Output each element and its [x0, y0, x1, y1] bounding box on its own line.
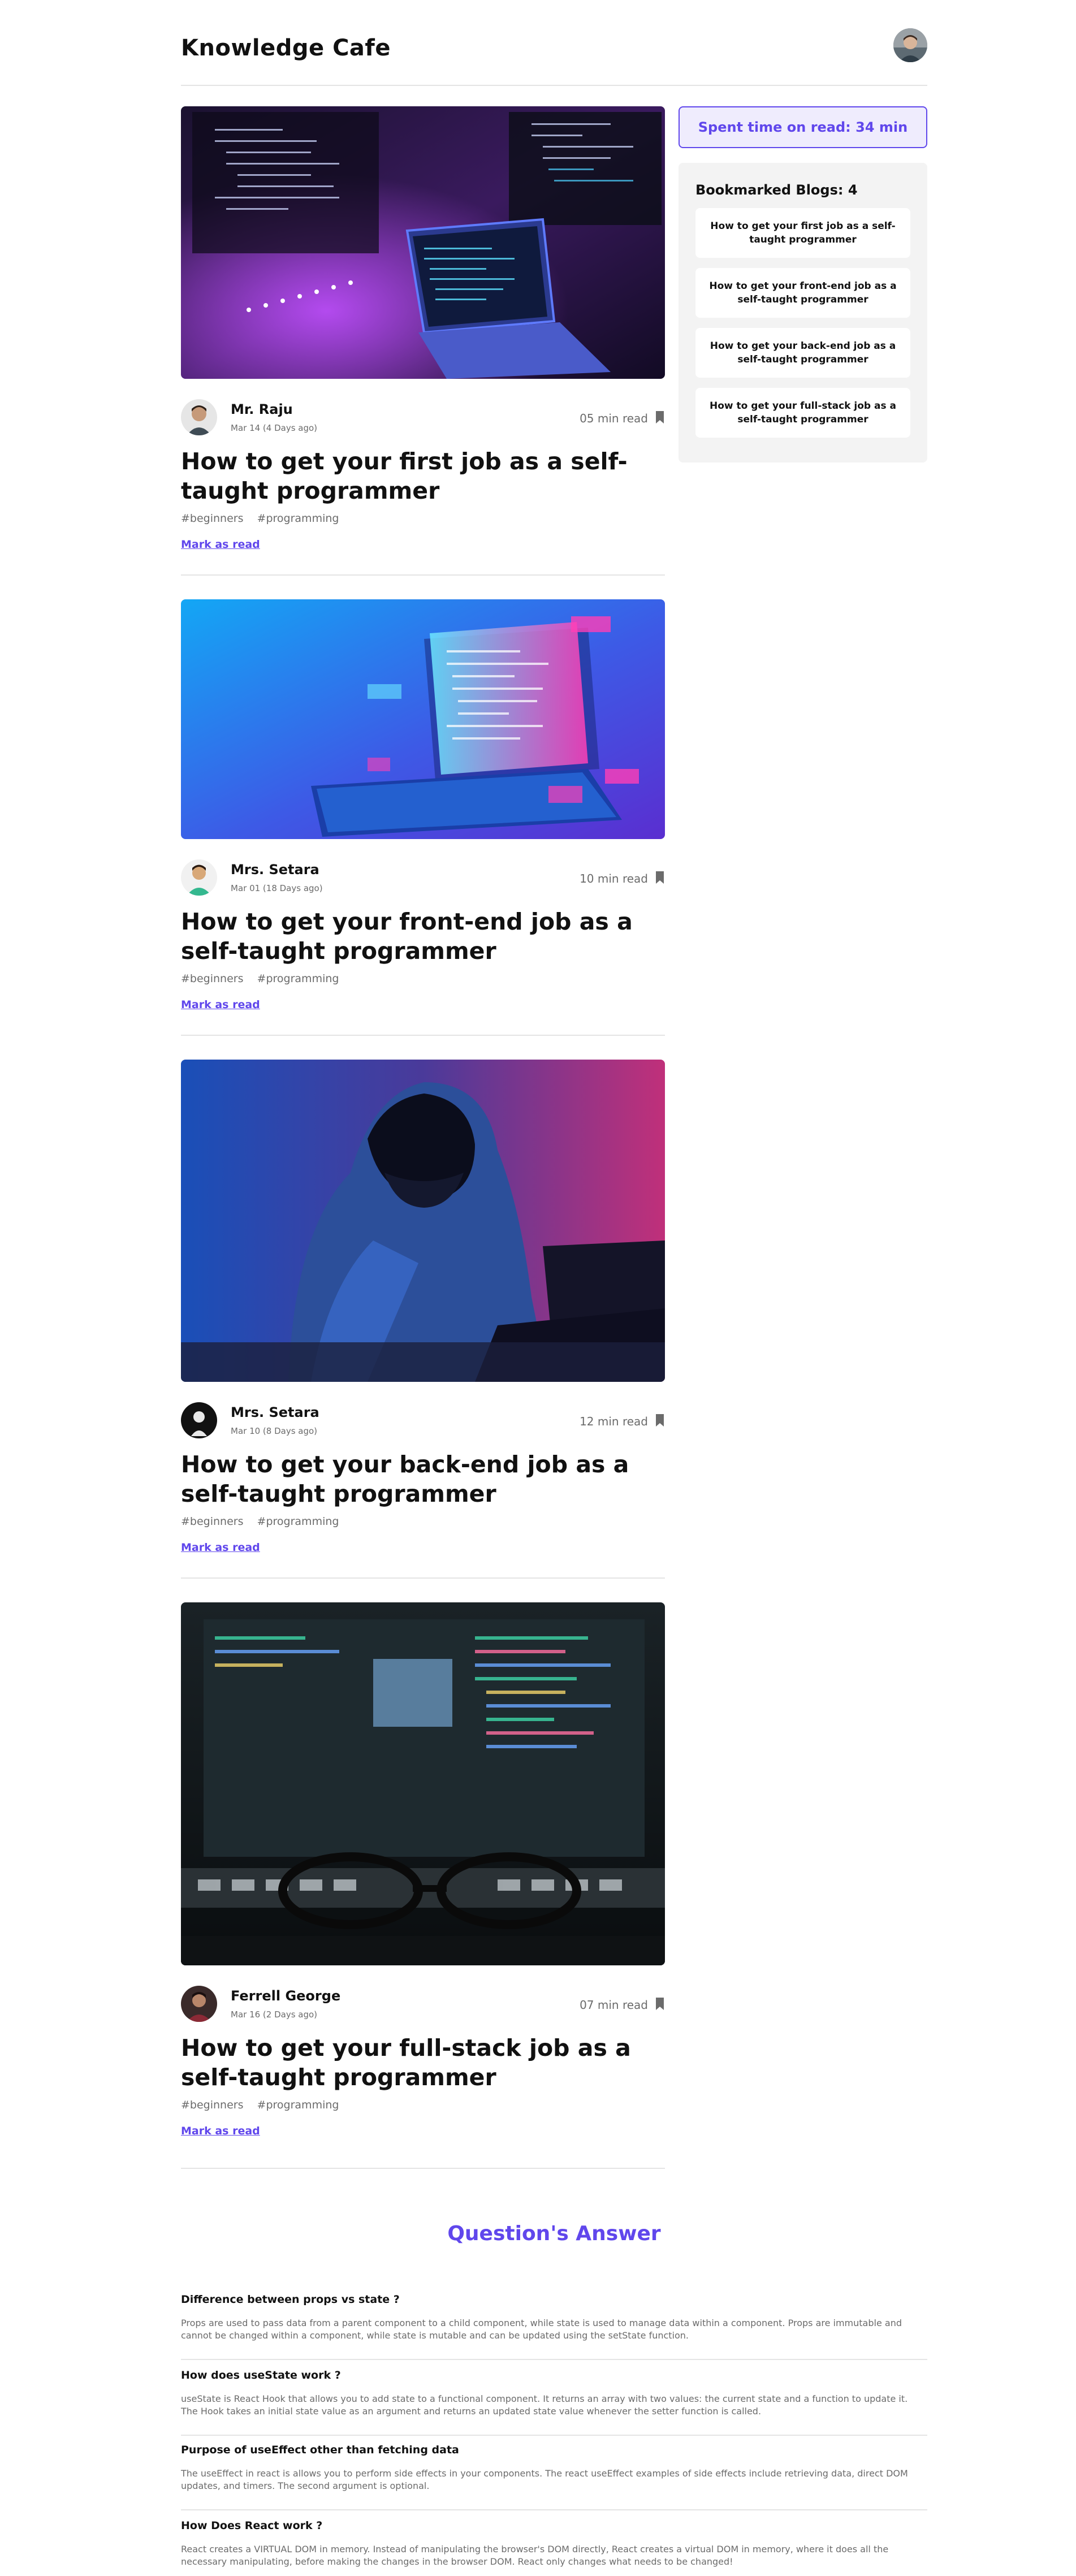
- tag: #beginners: [181, 973, 244, 985]
- blog-meta: Ferrell George Mar 16 (2 Days ago) 07 mi…: [181, 1986, 665, 2022]
- bookmarks-panel: Bookmarked Blogs: 4 How to get your firs…: [679, 163, 927, 463]
- author-avatar-icon: [181, 399, 217, 435]
- post-date: Mar 10 (8 Days ago): [231, 1426, 318, 1436]
- site-brand: Knowledge Cafe: [181, 35, 391, 61]
- qa-item: How Does React work ? React creates a VI…: [181, 2519, 927, 2576]
- qa-answer: React creates a VIRTUAL DOM in memory. I…: [181, 2544, 889, 2567]
- qa-answer: Props are used to pass data from a paren…: [181, 2318, 902, 2341]
- tag: #programming: [257, 973, 339, 985]
- blog-meta: Mr. Raju Mar 14 (4 Days ago) 05 min read: [181, 399, 665, 435]
- qa-heading: Question's Answer: [447, 2222, 661, 2245]
- blog-cover-image: [181, 1602, 665, 1965]
- blog-tags: #beginners #programming: [181, 1515, 349, 1528]
- qa-item: How does useState work ? useState is Rea…: [181, 2369, 927, 2436]
- post-date: Mar 16 (2 Days ago): [231, 2009, 318, 2020]
- author-avatar-icon: [181, 1402, 217, 1438]
- read-time: 12 min read: [580, 1415, 648, 1428]
- bookmark-item[interactable]: How to get your back-end job as a self-t…: [695, 328, 910, 378]
- qa-question: Purpose of useEffect other than fetching…: [181, 2444, 459, 2456]
- author-avatar-icon: [181, 859, 217, 896]
- tag: #beginners: [181, 512, 244, 525]
- tag: #programming: [257, 1515, 339, 1528]
- qa-question: Difference between props vs state ?: [181, 2293, 400, 2306]
- read-time: 05 min read: [580, 412, 648, 425]
- blog-tags: #beginners #programming: [181, 973, 349, 985]
- blog-title: How to get your first job as a self-taug…: [181, 448, 628, 504]
- blog-cover-image: [181, 106, 665, 379]
- qa-item: Difference between props vs state ? Prop…: [181, 2293, 927, 2360]
- author-name: Mrs. Setara: [231, 862, 319, 878]
- blog-meta: Mrs. Setara Mar 01 (18 Days ago) 10 min …: [181, 859, 665, 896]
- blog-cover-image: [181, 599, 665, 839]
- qa-item: Purpose of useEffect other than fetching…: [181, 2444, 927, 2510]
- mark-as-read-link[interactable]: Mark as read: [181, 538, 260, 551]
- qa-answer: The useEffect in react is allows you to …: [181, 2468, 908, 2491]
- author-name: Mr. Raju: [231, 401, 293, 417]
- qa-question: How does useState work ?: [181, 2369, 341, 2381]
- bookmark-item[interactable]: How to get your full-stack job as a self…: [695, 388, 910, 438]
- blog-meta: Mrs. Setara Mar 10 (8 Days ago) 12 min r…: [181, 1402, 665, 1438]
- bookmark-icon[interactable]: [655, 1997, 665, 2011]
- blog-tags: #beginners #programming: [181, 2099, 349, 2111]
- blog-card: Mrs. Setara Mar 10 (8 Days ago) 12 min r…: [181, 1060, 665, 1579]
- mark-as-read-link[interactable]: Mark as read: [181, 1541, 260, 1554]
- qa-question: How Does React work ?: [181, 2519, 323, 2532]
- post-date: Mar 14 (4 Days ago): [231, 423, 318, 433]
- mark-as-read-link[interactable]: Mark as read: [181, 999, 260, 1011]
- blog-card: Mr. Raju Mar 14 (4 Days ago) 05 min read…: [181, 106, 665, 576]
- post-date: Mar 01 (18 Days ago): [231, 883, 323, 893]
- bookmark-item[interactable]: How to get your front-end job as a self-…: [695, 268, 910, 318]
- tag: #beginners: [181, 2099, 244, 2111]
- bookmark-item[interactable]: How to get your first job as a self-taug…: [695, 208, 910, 258]
- blog-cover-image: [181, 1060, 665, 1382]
- read-time: 10 min read: [580, 872, 648, 885]
- tag: #programming: [257, 512, 339, 525]
- read-time: 07 min read: [580, 1998, 648, 2012]
- spent-time-box: Spent time on read: 34 min: [679, 106, 927, 148]
- blog-card: Ferrell George Mar 16 (2 Days ago) 07 mi…: [181, 1602, 665, 2169]
- site-header: Knowledge Cafe: [181, 23, 927, 86]
- author-name: Mrs. Setara: [231, 1404, 319, 1420]
- author-name: Ferrell George: [231, 1988, 341, 2004]
- bookmarks-title: Bookmarked Blogs: 4: [695, 182, 858, 198]
- mark-as-read-link[interactable]: Mark as read: [181, 2125, 260, 2137]
- qa-answer: useState is React Hook that allows you t…: [181, 2393, 908, 2417]
- blog-title: How to get your full-stack job as a self…: [181, 2034, 631, 2091]
- blog-title: How to get your front-end job as a self-…: [181, 908, 633, 965]
- blog-tags: #beginners #programming: [181, 512, 349, 525]
- tag: #programming: [257, 2099, 339, 2111]
- author-avatar-icon: [181, 1986, 217, 2022]
- tag: #beginners: [181, 1515, 244, 1528]
- blog-card: Mrs. Setara Mar 01 (18 Days ago) 10 min …: [181, 599, 665, 1036]
- user-avatar-icon[interactable]: [893, 28, 927, 62]
- blog-title: How to get your back-end job as a self-t…: [181, 1451, 629, 1507]
- bookmark-icon[interactable]: [655, 1414, 665, 1427]
- bookmark-icon[interactable]: [655, 410, 665, 424]
- bookmark-icon[interactable]: [655, 871, 665, 884]
